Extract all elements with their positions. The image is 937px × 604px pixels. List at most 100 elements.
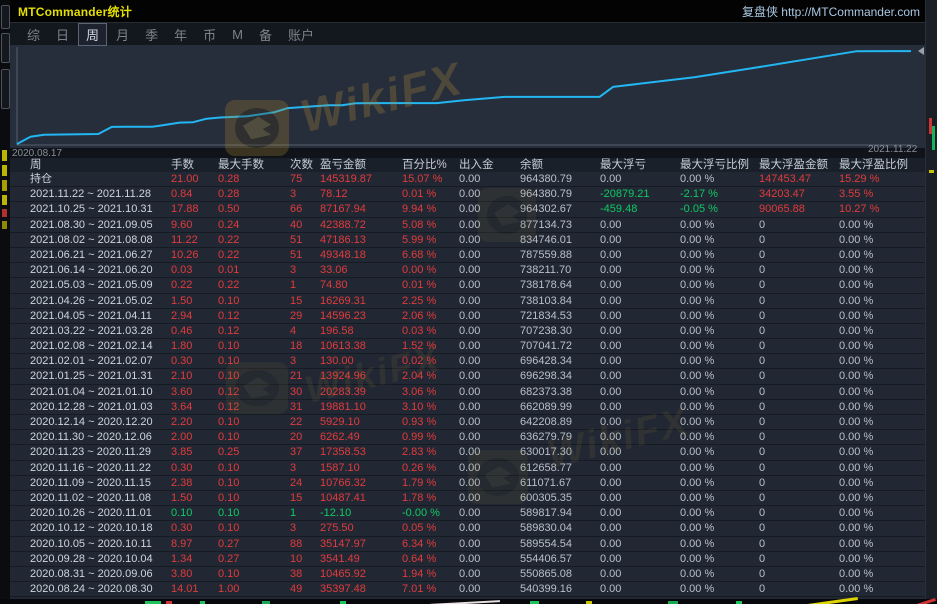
table-row[interactable]: 2021.03.22 ~ 2021.03.280.460.124196.580.… (10, 324, 926, 339)
value-cell: 5.99 % (402, 233, 459, 247)
table-row[interactable]: 2021.10.25 ~ 2021.10.3117.880.506687167.… (10, 202, 926, 217)
value-cell: -0.00 % (402, 506, 459, 520)
value-cell: 642208.89 (520, 415, 600, 429)
value-cell: 24 (290, 476, 320, 490)
value-cell: 15 (290, 294, 320, 308)
column-header[interactable]: 周 (10, 158, 171, 172)
value-cell: 0 (759, 476, 839, 490)
column-header[interactable]: 最大浮盈比例 (839, 158, 926, 172)
value-cell: 5.08 % (402, 218, 459, 232)
column-header[interactable]: 百分比% (402, 158, 459, 172)
table-row[interactable]: 2020.11.02 ~ 2020.11.081.500.101510487.4… (10, 491, 926, 506)
tab-季[interactable]: 季 (138, 24, 165, 45)
tab-币[interactable]: 币 (196, 24, 223, 45)
table-row[interactable]: 2020.10.26 ~ 2020.11.010.100.101-12.10-0… (10, 506, 926, 521)
background-window-bottom-edge (0, 599, 937, 604)
column-header[interactable]: 手数 (171, 158, 218, 172)
table-row[interactable]: 2021.08.30 ~ 2021.09.059.600.244042388.7… (10, 218, 926, 233)
table-row[interactable]: 2021.06.14 ~ 2021.06.200.030.01333.060.0… (10, 263, 926, 278)
table-row[interactable]: 2020.08.24 ~ 2020.08.3014.011.004935397.… (10, 582, 926, 597)
background-mark (800, 597, 858, 604)
value-cell: 0.00 (459, 294, 520, 308)
tab-M[interactable]: M (225, 26, 250, 43)
value-cell: 662089.99 (520, 400, 600, 414)
value-cell: 14.01 (171, 582, 218, 596)
column-header[interactable]: 最大浮亏 (600, 158, 680, 172)
brand-link[interactable]: 复盘侠 http://MTCommander.com (742, 3, 926, 20)
table-row[interactable]: 2021.02.01 ~ 2021.02.070.300.103130.000.… (10, 354, 926, 369)
column-header[interactable]: 出入金 (459, 158, 520, 172)
value-cell: 0.00 (459, 385, 520, 399)
column-header[interactable]: 最大浮盈金额 (759, 158, 839, 172)
value-cell: 0.00 % (680, 537, 759, 551)
table-row[interactable]: 2021.04.05 ~ 2021.04.112.940.122914596.2… (10, 309, 926, 324)
tab-年[interactable]: 年 (167, 24, 194, 45)
table-row[interactable]: 2020.11.30 ~ 2020.12.062.000.10206262.49… (10, 430, 926, 445)
value-cell: 10766.32 (320, 476, 402, 490)
table-row[interactable]: 2020.10.05 ~ 2020.10.118.970.278835147.9… (10, 537, 926, 552)
value-cell: 0.00 % (680, 476, 759, 490)
table-row[interactable]: 2021.11.22 ~ 2021.11.280.840.28378.120.0… (10, 187, 926, 202)
period-cell: 2021.04.05 ~ 2021.04.11 (10, 309, 171, 323)
table-row[interactable]: 2021.01.25 ~ 2021.01.312.100.102113924.9… (10, 369, 926, 384)
value-cell: 0 (759, 567, 839, 581)
value-cell: 0.00 (600, 309, 680, 323)
table-row[interactable]: 2021.06.21 ~ 2021.06.2710.260.225149348.… (10, 248, 926, 263)
value-cell: 51 (290, 233, 320, 247)
value-cell: 0 (759, 233, 839, 247)
value-cell: 0.10 (218, 430, 290, 444)
period-cell: 2020.11.09 ~ 2020.11.15 (10, 476, 171, 490)
value-cell: 0.00 % (680, 552, 759, 566)
column-header[interactable]: 最大手数 (218, 158, 290, 172)
period-cell: 2021.04.26 ~ 2021.05.02 (10, 294, 171, 308)
table-row[interactable]: 持仓21.000.2875145319.8715.07 %0.00964380.… (10, 172, 926, 187)
value-cell: 6262.49 (320, 430, 402, 444)
value-cell: 0.84 (171, 187, 218, 201)
value-cell: 0.00 (600, 400, 680, 414)
table-row[interactable]: 2020.12.14 ~ 2020.12.202.200.10225929.10… (10, 415, 926, 430)
value-cell: 0.00 (459, 202, 520, 216)
tab-备[interactable]: 备 (252, 24, 279, 45)
table-row[interactable]: 2020.11.23 ~ 2020.11.293.850.253717358.5… (10, 445, 926, 460)
value-cell: 196.58 (320, 324, 402, 338)
value-cell: 2.38 (171, 476, 218, 490)
value-cell: 0.10 (218, 521, 290, 535)
column-header[interactable]: 余额 (520, 158, 600, 172)
value-cell: 147453.47 (759, 172, 839, 186)
column-header[interactable]: 盈亏金额 (320, 158, 402, 172)
value-cell: 6.68 % (402, 248, 459, 262)
value-cell: 10.27 % (839, 202, 926, 216)
table-row[interactable]: 2020.11.16 ~ 2020.11.220.300.1031587.100… (10, 461, 926, 476)
value-cell: 40 (290, 218, 320, 232)
table-row[interactable]: 2020.09.28 ~ 2020.10.041.340.27103541.49… (10, 552, 926, 567)
value-cell: 1.50 (171, 294, 218, 308)
chart-date-strip: 2020.08.17 2021.11.22 (10, 148, 926, 158)
column-header[interactable]: 最大浮亏比例 (680, 158, 759, 172)
table-row[interactable]: 2021.04.26 ~ 2021.05.021.500.101516269.3… (10, 294, 926, 309)
tab-周[interactable]: 周 (78, 23, 107, 46)
tab-综[interactable]: 综 (20, 24, 47, 45)
value-cell: 17358.53 (320, 445, 402, 459)
table-row[interactable]: 2021.08.02 ~ 2021.08.0811.220.225147186.… (10, 233, 926, 248)
table-row[interactable]: 2021.02.08 ~ 2021.02.141.800.101810613.3… (10, 339, 926, 354)
table-row[interactable]: 2020.08.31 ~ 2020.09.063.800.103810465.9… (10, 567, 926, 582)
value-cell: 630017.30 (520, 445, 600, 459)
value-cell: 2.06 % (402, 309, 459, 323)
column-header[interactable]: 次数 (290, 158, 320, 172)
value-cell: 0.27 (218, 537, 290, 551)
tab-账户[interactable]: 账户 (281, 24, 321, 45)
tab-日[interactable]: 日 (49, 24, 76, 45)
table-row[interactable]: 2020.12.28 ~ 2021.01.033.640.123119881.1… (10, 400, 926, 415)
table-row[interactable]: 2020.11.09 ~ 2020.11.152.380.102410766.3… (10, 476, 926, 491)
value-cell: 8.97 (171, 537, 218, 551)
value-cell: 0.00 (459, 309, 520, 323)
value-cell: 0.00 % (680, 324, 759, 338)
table-row[interactable]: 2021.05.03 ~ 2021.05.090.220.22174.800.0… (10, 278, 926, 293)
table-row[interactable]: 2021.01.04 ~ 2021.01.103.600.123020283.3… (10, 385, 926, 400)
chart-scroll-arrow[interactable] (918, 47, 924, 55)
value-cell: 0.22 (218, 278, 290, 292)
background-window-right-edge (925, 0, 937, 604)
table-row[interactable]: 2020.10.12 ~ 2020.10.180.300.103275.500.… (10, 521, 926, 536)
tab-月[interactable]: 月 (109, 24, 136, 45)
value-cell: 2.25 % (402, 294, 459, 308)
